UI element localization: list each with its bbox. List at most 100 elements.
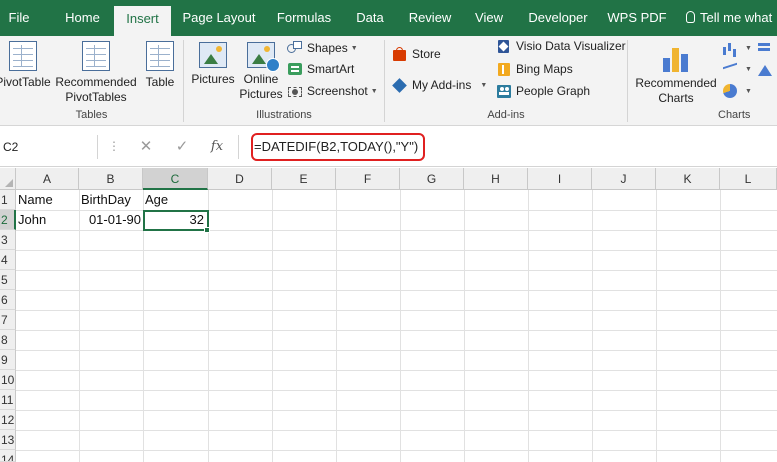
chevron-down-icon: ▼ <box>370 88 378 95</box>
tab-home[interactable]: Home <box>54 0 111 36</box>
cell-c1[interactable]: Age <box>143 190 208 210</box>
pie-chart-button[interactable]: ▼ <box>722 81 752 101</box>
pivottable-button[interactable]: PivotTable <box>0 38 52 108</box>
formula-bar-grip-icon[interactable]: ⋮ <box>108 139 120 153</box>
column-header-d[interactable]: D <box>208 168 272 190</box>
cancel-formula-button[interactable]: ✕ <box>134 135 158 159</box>
recommended-charts-label-1: Recommended <box>635 76 717 90</box>
grid-line <box>16 410 777 411</box>
tell-me-search[interactable]: Tell me what <box>686 0 777 36</box>
visio-label: Visio Data Visualizer <box>516 39 626 53</box>
recommended-pivottables-icon <box>82 41 110 71</box>
column-header-c[interactable]: C <box>143 168 208 190</box>
table-button[interactable]: Table <box>140 38 180 108</box>
column-header-i[interactable]: I <box>528 168 592 190</box>
bing-maps-label: Bing Maps <box>516 62 573 76</box>
my-addins-button[interactable]: My Add-ins ▼ <box>392 75 487 95</box>
recommended-pivottables-button[interactable]: Recommended PivotTables <box>55 38 137 108</box>
grid-line <box>16 330 777 331</box>
pivottable-label: PivotTable <box>0 75 51 89</box>
chevron-down-icon: ▼ <box>745 45 752 52</box>
insert-function-button[interactable]: fx <box>205 135 229 159</box>
tab-insert[interactable]: Insert <box>114 6 171 36</box>
tab-page-layout[interactable]: Page Layout <box>177 0 261 36</box>
grid-line <box>16 250 777 251</box>
column-header-h[interactable]: H <box>464 168 528 190</box>
column-header-f[interactable]: F <box>336 168 400 190</box>
row-header-12[interactable]: 12 <box>0 410 16 430</box>
column-header-a[interactable]: A <box>16 168 79 190</box>
column-header-b[interactable]: B <box>79 168 143 190</box>
formula-text-highlighted[interactable]: =DATEDIF(B2,TODAY(),"Y") <box>251 133 425 161</box>
tab-formulas[interactable]: Formulas <box>271 0 337 36</box>
cell-b2[interactable]: 01-01-90 <box>79 210 143 230</box>
select-all-button[interactable] <box>0 168 16 190</box>
tab-wps-pdf[interactable]: WPS PDF <box>606 0 668 36</box>
people-graph-button[interactable]: People Graph <box>496 81 590 101</box>
grid-line <box>16 370 777 371</box>
cell-b1[interactable]: BirthDay <box>79 190 143 210</box>
row-header-10[interactable]: 10 <box>0 370 16 390</box>
online-pictures-icon <box>247 42 280 72</box>
tab-file[interactable]: File <box>0 0 38 36</box>
tab-view[interactable]: View <box>469 0 509 36</box>
screenshot-label: Screenshot <box>307 84 368 98</box>
smartart-icon <box>287 62 303 76</box>
row-header-3[interactable]: 3 <box>0 230 16 250</box>
row-header-4[interactable]: 4 <box>0 250 16 270</box>
column-header-e[interactable]: E <box>272 168 336 190</box>
grid-line <box>16 350 777 351</box>
row-header-7[interactable]: 7 <box>0 310 16 330</box>
cell-a2[interactable]: John <box>16 210 79 230</box>
row-header-9[interactable]: 9 <box>0 350 16 370</box>
grid-line <box>16 270 777 271</box>
row-header-8[interactable]: 8 <box>0 330 16 350</box>
row-header-11[interactable]: 11 <box>0 390 16 410</box>
column-header-k[interactable]: K <box>656 168 720 190</box>
column-header-l[interactable]: L <box>720 168 777 190</box>
grid-line <box>16 390 777 391</box>
worksheet-grid[interactable]: A B C D E F G H I J K L 1 2 3 4 5 6 7 8 … <box>0 168 777 462</box>
visio-icon <box>496 39 512 53</box>
visio-data-visualizer-button[interactable]: Visio Data Visualizer <box>496 36 626 56</box>
group-label-charts: Charts <box>718 109 751 121</box>
chevron-down-icon: ▼ <box>745 66 752 73</box>
enter-formula-button[interactable]: ✓ <box>170 135 194 159</box>
bing-maps-button[interactable]: Bing Maps <box>496 59 573 79</box>
area-chart-button[interactable] <box>756 59 777 79</box>
tab-data[interactable]: Data <box>349 0 391 36</box>
pictures-button[interactable]: Pictures <box>190 38 236 108</box>
line-chart-button[interactable]: ▼ <box>722 59 752 79</box>
smartart-button[interactable]: SmartArt <box>287 59 354 79</box>
row-header-6[interactable]: 6 <box>0 290 16 310</box>
screenshot-button[interactable]: Screenshot ▼ <box>287 81 378 101</box>
column-chart-icon <box>722 41 738 55</box>
row-header-13[interactable]: 13 <box>0 430 16 450</box>
store-button[interactable]: Store <box>392 44 441 64</box>
row-header-14[interactable]: 14 <box>0 450 16 462</box>
cell-a1[interactable]: Name <box>16 190 79 210</box>
my-addins-icon <box>392 78 408 93</box>
row-header-1[interactable]: 1 <box>0 190 16 210</box>
recommended-charts-button[interactable]: Recommended Charts <box>634 38 718 108</box>
bar-chart-button[interactable] <box>756 38 777 58</box>
store-label: Store <box>412 47 441 61</box>
column-header-g[interactable]: G <box>400 168 464 190</box>
tab-review[interactable]: Review <box>405 0 455 36</box>
column-chart-button[interactable]: ▼ <box>722 38 752 58</box>
table-label: Table <box>145 75 175 89</box>
row-header-5[interactable]: 5 <box>0 270 16 290</box>
active-cell-selection <box>143 210 209 231</box>
row-header-2[interactable]: 2 <box>0 210 16 230</box>
area-chart-icon <box>756 62 772 76</box>
group-label-tables: Tables <box>75 109 108 121</box>
people-graph-label: People Graph <box>516 84 591 98</box>
shapes-button[interactable]: Shapes ▼ <box>287 38 358 58</box>
column-header-j[interactable]: J <box>592 168 656 190</box>
online-pictures-button[interactable]: Online Pictures <box>238 38 284 108</box>
online-pictures-label-1: Online <box>243 72 279 86</box>
fill-handle[interactable] <box>204 227 210 233</box>
name-box[interactable]: C2 <box>0 135 98 159</box>
grid-line <box>16 430 777 431</box>
tab-developer[interactable]: Developer <box>522 0 594 36</box>
